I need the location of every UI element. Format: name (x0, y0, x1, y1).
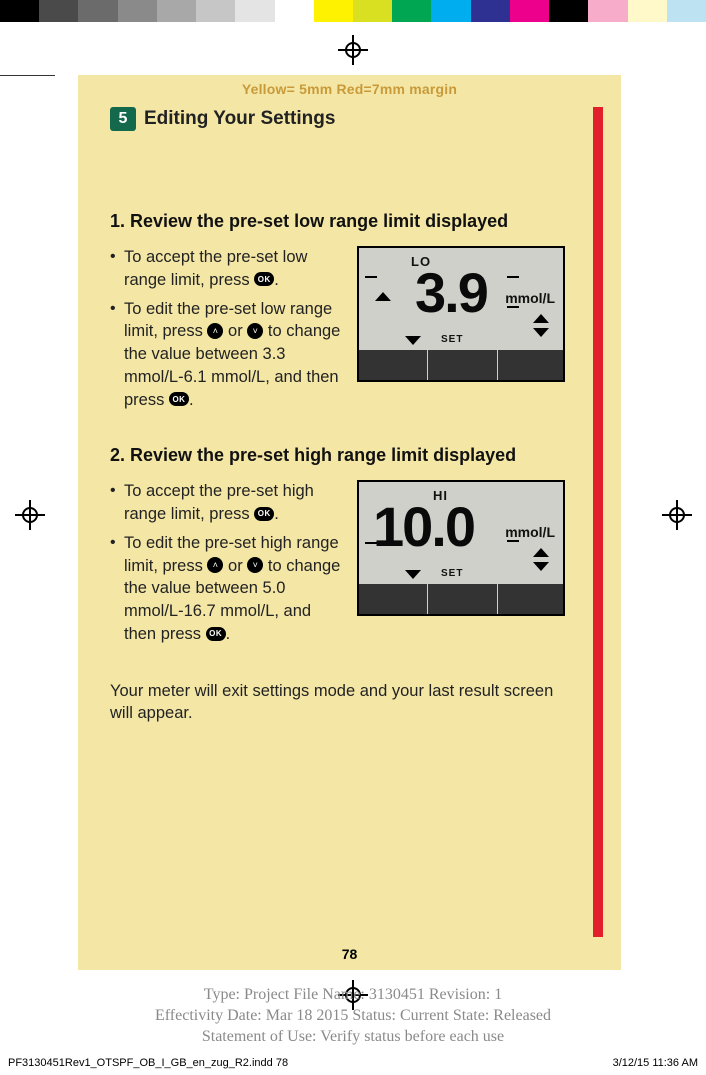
lcd-up-arrow-icon (533, 548, 549, 557)
indesign-footer: PF3130451Rev1_OTSPF_OB_I_GB_en_zug_R2.in… (8, 1057, 698, 1069)
lcd-tick (365, 276, 377, 278)
up-arrow-icon: ˄ (207, 323, 223, 339)
lcd-tick (507, 276, 519, 278)
step1-heading: 1. Review the pre-set low range limit di… (110, 211, 565, 232)
meta-line-2: Effectivity Date: Mar 18 2015 Status: Cu… (0, 1006, 706, 1027)
lcd-set-label: SET (441, 334, 463, 345)
footer-timestamp: 3/12/15 11:36 AM (613, 1057, 698, 1069)
footer-filename: PF3130451Rev1_OTSPF_OB_I_GB_en_zug_R2.in… (8, 1057, 288, 1069)
section-number-badge: 5 (110, 107, 136, 131)
lcd-down-arrow-icon (405, 336, 421, 345)
down-arrow-icon: ˅ (247, 557, 263, 573)
red-margin-bar (593, 107, 603, 937)
lcd-unit: mmol/L (505, 524, 555, 540)
down-arrow-icon: ˅ (247, 323, 263, 339)
step1-bullet1: To accept the pre-set low range limit, p… (110, 246, 345, 292)
ok-button-icon: OK (169, 392, 189, 406)
step2-bullet2: To edit the pre-set high range limit, pr… (110, 532, 345, 646)
meta-line-3: Statement of Use: Verify status before e… (0, 1027, 706, 1048)
page-content: 5 Editing Your Settings 1. Review the pr… (110, 107, 565, 725)
step1-block: To accept the pre-set low range limit, p… (110, 246, 565, 411)
lcd-unit: mmol/L (505, 290, 555, 306)
step2-block: To accept the pre-set high range limit, … (110, 480, 565, 645)
lcd-button-strip (359, 584, 563, 614)
lcd-up-arrow-icon (375, 292, 391, 301)
ok-button-icon: OK (254, 507, 274, 521)
lcd-tick (507, 540, 519, 542)
manual-page: Yellow= 5mm Red=7mm margin 5 Editing You… (78, 75, 621, 970)
meter-lcd-high: HI 10.0 mmol/L SET (357, 480, 565, 616)
crop-mark (0, 75, 55, 76)
meter-lcd-low: LO 13.9 mmol/L SET (357, 246, 565, 382)
lcd-button-strip (359, 350, 563, 380)
section-title: 5 Editing Your Settings (110, 107, 565, 131)
up-arrow-icon: ˄ (207, 557, 223, 573)
section-title-text: Editing Your Settings (144, 108, 335, 130)
step1-text: To accept the pre-set low range limit, p… (110, 246, 345, 411)
color-calibration-bar (0, 0, 706, 22)
registration-mark-icon (15, 500, 45, 530)
registration-mark-icon (338, 35, 368, 65)
lcd-set-label: SET (441, 568, 463, 579)
lcd-down-arrow-icon (405, 570, 421, 579)
registration-mark-icon (662, 500, 692, 530)
lcd-value-low: 13.9 (397, 260, 487, 325)
step1-bullet2: To edit the pre-set low range limit, pre… (110, 298, 345, 412)
print-metadata: Type: Project File Name: 3130451 Revisio… (0, 985, 706, 1047)
meta-line-1: Type: Project File Name: 3130451 Revisio… (0, 985, 706, 1006)
lcd-value-high: 10.0 (373, 494, 474, 559)
lcd-tick (507, 306, 519, 308)
step2-text: To accept the pre-set high range limit, … (110, 480, 345, 645)
lcd-tick (365, 542, 377, 544)
closing-paragraph: Your meter will exit settings mode and y… (110, 680, 560, 726)
lcd-up-arrow-icon (533, 314, 549, 323)
page-number: 78 (78, 946, 621, 962)
margin-note: Yellow= 5mm Red=7mm margin (78, 75, 621, 101)
step2-bullet1: To accept the pre-set high range limit, … (110, 480, 345, 526)
step2-heading: 2. Review the pre-set high range limit d… (110, 445, 565, 466)
ok-button-icon: OK (206, 627, 226, 641)
lcd-down-arrow-icon (533, 328, 549, 337)
lcd-down-arrow-icon (533, 562, 549, 571)
ok-button-icon: OK (254, 272, 274, 286)
